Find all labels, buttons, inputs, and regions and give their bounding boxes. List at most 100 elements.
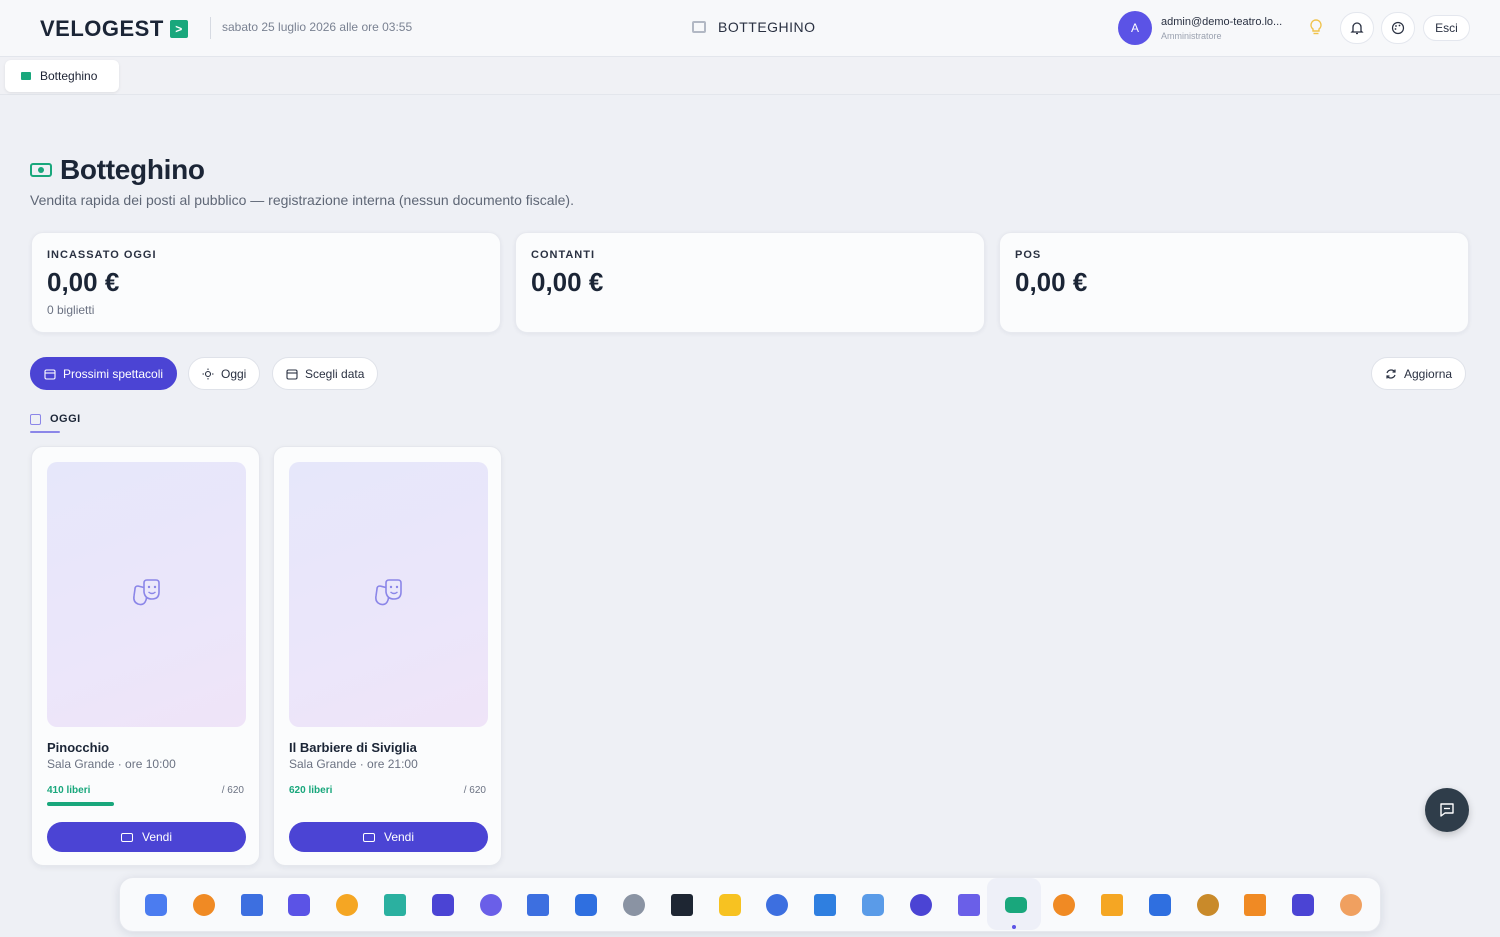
tickets-icon-glyph	[1244, 894, 1267, 916]
home-icon-glyph	[1292, 894, 1315, 916]
building-icon[interactable]	[764, 892, 790, 918]
page-subtitle: Vendita rapida dei posti al pubblico — r…	[30, 192, 574, 208]
section-underline	[30, 431, 60, 433]
terminal-icon[interactable]	[669, 892, 695, 918]
kanban-icon[interactable]	[525, 892, 551, 918]
filter-scegli-data[interactable]: Scegli data	[272, 357, 379, 390]
mail-icon[interactable]	[860, 892, 886, 918]
tickets-icon[interactable]	[1242, 892, 1268, 918]
sun-icon	[202, 368, 214, 379]
refresh-button[interactable]: Aggiorna	[1371, 357, 1467, 390]
stat-value: 0,00 €	[47, 267, 120, 297]
edit-document-icon[interactable]	[1338, 892, 1364, 918]
ticket-office-icon[interactable]	[1003, 892, 1029, 918]
ticket-icon	[21, 72, 31, 80]
headset-icon[interactable]	[573, 892, 599, 918]
calendar-icon	[30, 413, 41, 425]
sell-button[interactable]: Vendi	[47, 822, 246, 852]
seat-icon	[120, 832, 133, 842]
calculator-icon[interactable]	[478, 892, 504, 918]
stat-value: 0,00 €	[531, 267, 604, 297]
contact-card-icon[interactable]	[430, 892, 456, 918]
sell-button[interactable]: Vendi	[289, 822, 488, 852]
trash-icon[interactable]	[621, 892, 647, 918]
museum-icon[interactable]	[1195, 892, 1221, 918]
chat-button[interactable]	[1425, 788, 1469, 832]
cash-icon	[30, 163, 52, 177]
show-card: Il Barbiere di Siviglia Sala Grande · or…	[273, 446, 502, 866]
dashboard-icon[interactable]	[143, 892, 169, 918]
show-meta: Sala Grande · ore 10:00	[47, 757, 176, 771]
edit-document-icon-glyph	[1340, 894, 1362, 916]
globe-icon[interactable]	[812, 892, 838, 918]
trash-icon-glyph	[623, 894, 645, 916]
people-icon[interactable]	[239, 892, 265, 918]
lightbulb-icon[interactable]	[1308, 18, 1324, 38]
stage-icon-glyph	[1053, 894, 1076, 916]
calendar-clock-icon	[44, 368, 56, 380]
box-icon-glyph	[336, 894, 359, 916]
calendar-icon[interactable]	[191, 892, 217, 918]
filter-prossimi-spettacoli[interactable]: Prossimi spettacoli	[30, 357, 178, 390]
current-page-indicator: BOTTEGHINO	[692, 19, 816, 35]
school-icon[interactable]	[1147, 892, 1173, 918]
kanban-icon-glyph	[527, 894, 550, 916]
section-title: OGGI	[50, 413, 81, 425]
filter-label: Prossimi spettacoli	[63, 366, 164, 381]
page-title: Botteghino	[60, 154, 205, 185]
headset-icon-glyph	[575, 894, 598, 916]
home-icon[interactable]	[1290, 892, 1316, 918]
filter-oggi[interactable]: Oggi	[188, 357, 261, 390]
calendar-icon-glyph	[192, 894, 215, 916]
museum-icon-glyph	[1196, 894, 1219, 916]
refresh-icon	[1386, 368, 1396, 379]
avatar[interactable]: A	[1118, 11, 1152, 45]
handshake-icon-glyph	[384, 894, 406, 916]
page-header: Botteghino	[30, 154, 205, 186]
current-page-title: BOTTEGHINO	[718, 19, 816, 35]
show-title: Il Barbiere di Siviglia	[289, 740, 417, 755]
star-icon-glyph	[718, 894, 741, 916]
theater-masks-icon	[374, 578, 402, 605]
stat-card-contanti: CONTANTI 0,00 €	[515, 232, 985, 333]
camera-icon[interactable]	[956, 892, 982, 918]
building-icon-glyph	[766, 894, 789, 916]
notifications-button[interactable]	[1340, 12, 1374, 44]
seats-progress	[47, 802, 246, 806]
seat-icon	[362, 832, 375, 842]
camera-icon-glyph	[957, 894, 980, 916]
stat-label: INCASSATO OGGI	[47, 249, 157, 261]
user-role: Amministratore	[1161, 30, 1222, 41]
terminal-icon-glyph	[670, 894, 693, 916]
user-key-icon-glyph	[909, 894, 932, 916]
sell-label: Vendi	[383, 830, 415, 844]
user-key-icon[interactable]	[908, 892, 934, 918]
palette-icon	[1391, 21, 1405, 35]
calendar-icon	[286, 368, 298, 380]
tab-botteghino[interactable]: Botteghino	[5, 60, 119, 92]
app-logo[interactable]: VELOGEST >	[40, 16, 188, 42]
show-card: Pinocchio Sala Grande · ore 10:00 410 li…	[31, 446, 260, 866]
box-icon[interactable]	[334, 892, 360, 918]
stat-card-pos: POS 0,00 €	[999, 232, 1469, 333]
theater-masks-icon[interactable]	[1099, 892, 1125, 918]
bell-icon	[1350, 22, 1364, 35]
star-icon[interactable]	[717, 892, 743, 918]
filter-label: Oggi	[221, 366, 247, 381]
tab-label: Botteghino	[40, 69, 98, 83]
network-icon[interactable]	[286, 892, 312, 918]
seats-total: / 620	[463, 785, 486, 796]
handshake-icon[interactable]	[382, 892, 408, 918]
logo-text: VELOGEST	[40, 16, 164, 41]
seats-total: / 620	[221, 785, 244, 796]
refresh-label: Aggiorna	[1404, 366, 1453, 381]
ticket-icon	[692, 21, 706, 33]
school-icon-glyph	[1148, 894, 1171, 916]
sell-label: Vendi	[141, 830, 173, 844]
logout-button[interactable]: Esci	[1423, 15, 1470, 41]
top-bar: VELOGEST > sabato 25 luglio 2026 alle or…	[0, 0, 1500, 57]
theme-button[interactable]	[1381, 12, 1415, 44]
stat-card-incassato: INCASSATO OGGI 0,00 € 0 biglietti	[31, 232, 501, 333]
stage-icon[interactable]	[1051, 892, 1077, 918]
user-menu[interactable]: A admin@demo-teatro.lo... Amministratore	[1118, 11, 1282, 45]
